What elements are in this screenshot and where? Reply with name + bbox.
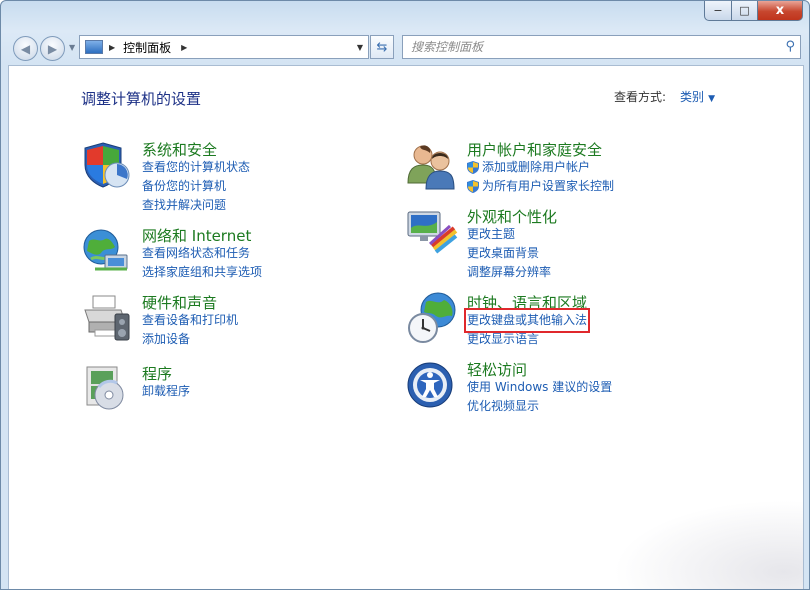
watermark-shadow	[613, 500, 803, 589]
link-text: 添加或删除用户帐户	[482, 160, 591, 174]
users-icon[interactable]	[406, 139, 458, 191]
maximize-button[interactable]: □	[732, 1, 758, 21]
link-adjust-resolution[interactable]: 调整屏幕分辨率	[467, 263, 551, 282]
chevron-right-icon[interactable]: ▶	[109, 43, 115, 52]
network-globe-icon[interactable]	[81, 225, 133, 277]
chevron-right-icon[interactable]: ▶	[181, 43, 187, 52]
recent-pages-dropdown[interactable]: ▼	[69, 43, 75, 52]
link-optimize-video-display[interactable]: 优化视频显示	[467, 397, 612, 416]
page-title: 调整计算机的设置	[81, 90, 202, 108]
view-by-dropdown[interactable]: 类别	[680, 90, 704, 104]
category-title[interactable]: 用户帐户和家庭安全	[467, 139, 602, 160]
link-change-theme[interactable]: 更改主题	[467, 225, 551, 244]
refresh-icon: ⇆	[376, 39, 388, 55]
ease-of-access-icon[interactable]	[406, 359, 458, 411]
minimize-button[interactable]: −	[704, 1, 732, 21]
breadcrumb-control-panel[interactable]: 控制面板	[123, 39, 171, 56]
category-title[interactable]: 程序	[142, 363, 172, 384]
link-change-desktop-background[interactable]: 更改桌面背景	[467, 244, 551, 263]
link-backup-computer[interactable]: 备份您的计算机	[142, 177, 250, 196]
program-disc-icon[interactable]	[81, 363, 133, 415]
link-homegroup-sharing[interactable]: 选择家庭组和共享选项	[142, 263, 262, 282]
globe-clock-icon[interactable]	[406, 292, 458, 344]
printer-icon[interactable]	[81, 292, 133, 344]
category-title[interactable]: 时钟、语言和区域	[467, 292, 587, 313]
category-title[interactable]: 系统和安全	[142, 139, 217, 160]
forward-arrow-icon: ▶	[47, 41, 58, 56]
back-arrow-icon: ◀	[20, 41, 31, 56]
chevron-down-icon[interactable]: ▼	[357, 43, 363, 52]
category-title[interactable]: 硬件和声音	[142, 292, 217, 313]
link-view-computer-status[interactable]: 查看您的计算机状态	[142, 158, 250, 177]
link-parental-controls[interactable]: 为所有用户设置家长控制	[467, 177, 614, 196]
view-by: 查看方式: 类别 ▼	[614, 88, 715, 105]
search-icon[interactable]: ⚲	[785, 39, 795, 54]
link-add-remove-accounts[interactable]: 添加或删除用户帐户	[467, 158, 614, 177]
link-view-network-status[interactable]: 查看网络状态和任务	[142, 244, 262, 263]
category-title[interactable]: 轻松访问	[467, 359, 527, 380]
forward-button[interactable]: ▶	[40, 36, 65, 61]
control-panel-window: − □ x ◀ ▶ ▼ ▶ 控制面板 ▶ ▼ ⇆ ⚲ 调整计算机的设置 查看方式…	[0, 0, 810, 590]
view-by-label: 查看方式:	[614, 90, 667, 104]
shield-system-icon[interactable]	[81, 139, 133, 191]
category-title[interactable]: 网络和 Internet	[142, 225, 251, 246]
search-input[interactable]	[409, 39, 763, 55]
category-title[interactable]: 外观和个性化	[467, 206, 557, 227]
chevron-down-icon[interactable]: ▼	[708, 94, 715, 104]
address-bar[interactable]: ▶ 控制面板 ▶ ▼	[79, 35, 369, 59]
link-add-device[interactable]: 添加设备	[142, 330, 238, 349]
back-button[interactable]: ◀	[13, 36, 38, 61]
close-button[interactable]: x	[758, 1, 803, 21]
link-text: 为所有用户设置家长控制	[482, 179, 615, 193]
monitor-paint-icon[interactable]	[406, 206, 458, 258]
link-change-display-language[interactable]: 更改显示语言	[467, 330, 587, 349]
search-box[interactable]: ⚲	[402, 35, 801, 59]
link-view-devices-printers[interactable]: 查看设备和打印机	[142, 311, 238, 330]
link-uninstall-program[interactable]: 卸载程序	[142, 382, 190, 401]
uac-shield-icon	[467, 180, 479, 193]
control-panel-icon	[85, 40, 103, 54]
link-windows-recommended-settings[interactable]: 使用 Windows 建议的设置	[467, 378, 612, 397]
content-area: 调整计算机的设置 查看方式: 类别 ▼ 系统和安全 查看您的计算机状态 备份您的计算…	[8, 65, 804, 589]
uac-shield-icon	[467, 161, 479, 174]
caption-buttons: − □ x	[704, 1, 803, 21]
link-change-keyboard-input[interactable]: 更改键盘或其他输入法	[463, 308, 591, 333]
refresh-button[interactable]: ⇆	[370, 35, 394, 59]
link-find-fix-problems[interactable]: 查找并解决问题	[142, 196, 250, 215]
